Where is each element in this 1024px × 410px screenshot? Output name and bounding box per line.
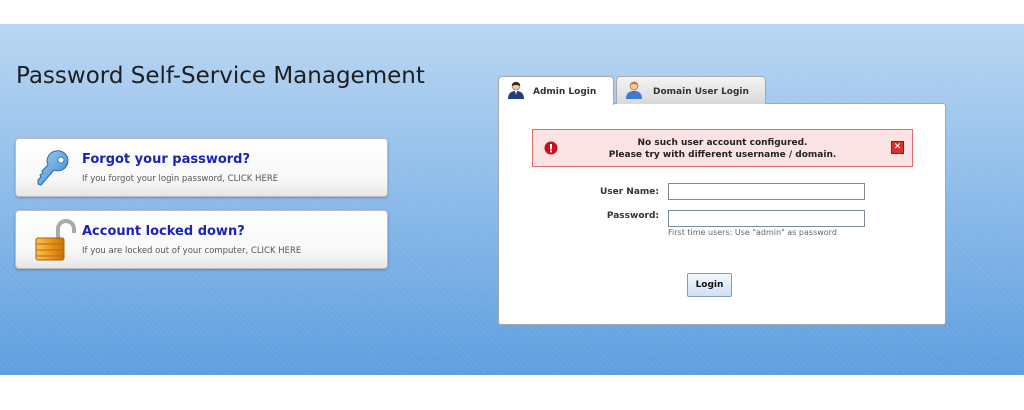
account-locked-card[interactable]: Account locked down? If you are locked o…: [15, 210, 388, 269]
admin-user-icon: [508, 81, 524, 99]
tab-admin-login[interactable]: Admin Login: [498, 76, 614, 105]
login-panel: No such user account configured. Please …: [498, 103, 946, 325]
password-label: Password:: [606, 211, 659, 221]
username-label: User Name:: [599, 187, 659, 197]
error-message-line1: No such user account configured.: [637, 138, 808, 148]
login-button[interactable]: Login: [687, 273, 732, 297]
close-icon[interactable]: ✕: [891, 141, 904, 154]
tab-domain-user-login-label: Domain User Login: [653, 87, 749, 97]
page-title: Password Self-Service Management: [16, 63, 425, 89]
first-time-hint: First time users: Use "admin" as passwor…: [668, 228, 837, 237]
forgot-password-link[interactable]: Forgot your password?: [82, 152, 250, 167]
account-locked-link[interactable]: Account locked down?: [82, 224, 245, 239]
forgot-password-subtitle: If you forgot your login password, CLICK…: [82, 174, 279, 184]
password-input[interactable]: [668, 210, 865, 227]
tab-domain-user-login[interactable]: Domain User Login: [616, 76, 766, 104]
forgot-password-card[interactable]: Forgot your password? If you forgot your…: [15, 138, 388, 197]
key-icon: [37, 150, 69, 186]
error-message-box: No such user account configured. Please …: [532, 129, 913, 167]
username-input[interactable]: [668, 183, 865, 200]
padlock-icon: [35, 219, 76, 261]
error-message: No such user account configured. Please …: [569, 137, 876, 161]
error-message-line2: Please try with different username / dom…: [608, 150, 837, 160]
error-icon: [544, 141, 558, 155]
tab-admin-login-label: Admin Login: [533, 87, 597, 97]
account-locked-subtitle: If you are locked out of your computer, …: [82, 246, 302, 256]
domain-user-icon: [626, 81, 642, 99]
